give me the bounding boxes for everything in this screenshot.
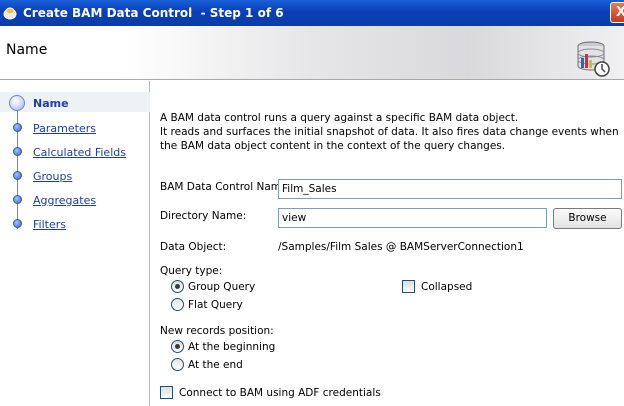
description-line: A BAM data control runs a query against … [160, 112, 519, 124]
title-bar: Create BAM Data Control - Step 1 of 6 X [0, 0, 624, 26]
nav-step-filters[interactable]: Filters [0, 216, 150, 234]
nav-step-label: Aggregates [33, 194, 97, 207]
checkbox-label: Connect to BAM using ADF credentials [179, 386, 381, 399]
at-end-radio[interactable]: At the end [171, 358, 243, 371]
group-query-radio[interactable]: Group Query [171, 280, 255, 293]
radio-icon [171, 358, 184, 371]
data-object-value: /Samples/Film Sales @ BAMServerConnectio… [278, 241, 524, 253]
page-header: Name [0, 26, 624, 80]
close-button[interactable]: X [610, 2, 624, 23]
collapsed-checkbox[interactable]: Collapsed [402, 280, 472, 293]
radio-label: Group Query [188, 280, 256, 293]
radio-label: At the beginning [188, 340, 276, 353]
browse-button[interactable]: Browse [553, 208, 622, 229]
step-dot-icon [13, 195, 22, 204]
nav-step-parameters[interactable]: Parameters [0, 120, 150, 138]
checkbox-icon [402, 280, 415, 293]
nav-step-groups[interactable]: Groups [0, 168, 150, 186]
nav-step-calculated-fields[interactable]: Calculated Fields [0, 144, 150, 162]
step-dot-icon [13, 219, 22, 228]
checkbox-icon [160, 386, 173, 399]
current-step-icon [9, 95, 25, 111]
query-type-label: Query type: [160, 265, 223, 277]
nav-step-label: Groups [33, 170, 73, 183]
step-dot-icon [13, 147, 22, 156]
description: A BAM data control runs a query against … [160, 111, 620, 153]
nav-step-label: Parameters [33, 122, 96, 135]
data-object-label: Data Object: [160, 241, 227, 253]
directory-name-input[interactable] [278, 208, 547, 228]
description-line: It reads and surfaces the initial snapsh… [160, 126, 619, 152]
nav-step-name[interactable]: Name [0, 95, 150, 113]
radio-selected-icon [171, 280, 184, 293]
radio-label: Flat Query [188, 298, 243, 311]
control-name-label: BAM Data Control Name: [160, 181, 291, 193]
wizard-step-nav: Name Parameters Calculated Fields Groups… [0, 81, 150, 406]
new-records-label: New records position: [160, 325, 274, 337]
flat-query-radio[interactable]: Flat Query [171, 298, 243, 311]
step-dot-icon [13, 123, 22, 132]
at-beginning-radio[interactable]: At the beginning [171, 340, 275, 353]
step-content: A BAM data control runs a query against … [151, 81, 624, 406]
nav-step-label: Filters [33, 218, 66, 231]
app-icon [3, 7, 17, 20]
control-name-input[interactable] [278, 179, 622, 199]
window-title: Create BAM Data Control - Step 1 of 6 [23, 6, 284, 20]
page-heading: Name [6, 42, 48, 58]
directory-name-label: Directory Name: [160, 210, 247, 222]
nav-step-aggregates[interactable]: Aggregates [0, 192, 150, 210]
radio-icon [171, 298, 184, 311]
step-dot-icon [13, 171, 22, 180]
radio-label: At the end [188, 358, 243, 371]
adf-credentials-checkbox[interactable]: Connect to BAM using ADF credentials [160, 386, 381, 399]
nav-step-label: Name [33, 97, 69, 110]
database-chart-icon [577, 41, 610, 77]
nav-step-label: Calculated Fields [33, 146, 126, 159]
radio-selected-icon [171, 340, 184, 353]
checkbox-label: Collapsed [421, 280, 473, 293]
